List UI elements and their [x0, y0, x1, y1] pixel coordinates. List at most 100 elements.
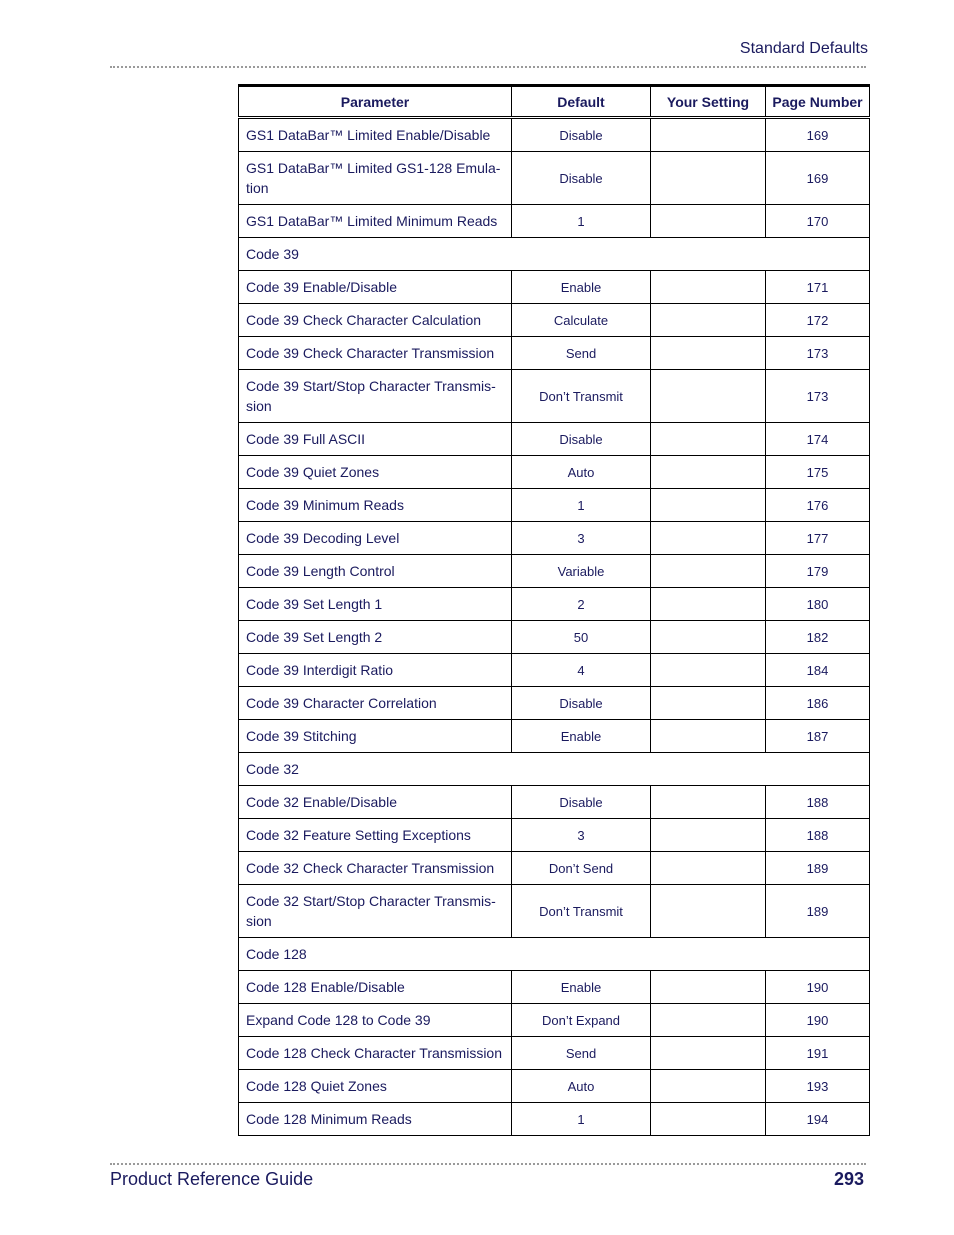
standard-defaults-table: Parameter Default Your Setting Page Numb… — [238, 84, 870, 1136]
table-row: Code 39 Length Control Variable 179 — [238, 554, 870, 588]
your-setting-cell — [650, 204, 766, 238]
table-row: Code 39 Interdigit Ratio 4 184 — [238, 653, 870, 687]
your-setting-cell — [650, 369, 766, 423]
your-setting-cell — [650, 587, 766, 621]
parameter-link[interactable]: GS1 DataBar™ Limited Enable/Disable — [238, 117, 512, 152]
your-setting-cell — [650, 719, 766, 753]
page-number: 174 — [765, 422, 870, 456]
page-number: 187 — [765, 719, 870, 753]
table-row: Code 39 Decoding Level 3 177 — [238, 521, 870, 555]
parameter-link[interactable]: GS1 DataBar™ Limited GS1-128 Emula-tion — [238, 151, 512, 205]
parameter-link[interactable]: Code 128 Enable/Disable — [238, 970, 512, 1004]
your-setting-cell — [650, 488, 766, 522]
column-header-parameter: Parameter — [238, 84, 512, 119]
your-setting-cell — [650, 1102, 766, 1136]
table-row: Expand Code 128 to Code 39 Don’t Expand 19… — [238, 1003, 870, 1037]
parameter-link[interactable]: Code 39 Set Length 1 — [238, 587, 512, 621]
default-value: Don’t Transmit — [511, 369, 651, 423]
table-row: GS1 DataBar™ Limited Enable/Disable Disab… — [238, 117, 870, 152]
page-number: 189 — [765, 851, 870, 885]
parameter-link[interactable]: Code 39 Quiet Zones — [238, 455, 512, 489]
page-number: 173 — [765, 336, 870, 370]
page-number: 190 — [765, 1003, 870, 1037]
page-number: 193 — [765, 1069, 870, 1103]
default-value: 4 — [511, 653, 651, 687]
parameter-link[interactable]: Code 32 Check Character Transmission — [238, 851, 512, 885]
parameter-link[interactable]: Code 39 Set Length 2 — [238, 620, 512, 654]
your-setting-cell — [650, 818, 766, 852]
your-setting-cell — [650, 422, 766, 456]
parameter-link[interactable]: Code 39 Decoding Level — [238, 521, 512, 555]
page-number: 169 — [765, 151, 870, 205]
parameter-link[interactable]: Code 39 Character Correlation — [238, 686, 512, 720]
default-value: 3 — [511, 521, 651, 555]
table-row: Code 39 Set Length 2 50 182 — [238, 620, 870, 654]
parameter-link[interactable]: Code 39 Check Character Transmission — [238, 336, 512, 370]
column-header-default: Default — [511, 84, 651, 119]
section-heading: Code 32 — [238, 752, 870, 786]
parameter-link[interactable]: Code 39 Minimum Reads — [238, 488, 512, 522]
page-number: 188 — [765, 818, 870, 852]
your-setting-cell — [650, 270, 766, 304]
your-setting-cell — [650, 686, 766, 720]
your-setting-cell — [650, 970, 766, 1004]
your-setting-cell — [650, 1069, 766, 1103]
parameter-link[interactable]: Code 39 Enable/Disable — [238, 270, 512, 304]
table-row: Code 39 Start/Stop Character Transmis-si… — [238, 369, 870, 423]
page-number: 170 — [765, 204, 870, 238]
column-header-page-number: Page Number — [765, 84, 870, 119]
table-row: Code 128 Minimum Reads 1 194 — [238, 1102, 870, 1136]
page-number: 190 — [765, 970, 870, 1004]
table-row: Code 39 Set Length 1 2 180 — [238, 587, 870, 621]
parameter-link[interactable]: Code 39 Check Character Calculation — [238, 303, 512, 337]
parameter-link[interactable]: Code 128 Minimum Reads — [238, 1102, 512, 1136]
page-number: 179 — [765, 554, 870, 588]
parameter-link[interactable]: GS1 DataBar™ Limited Minimum Reads — [238, 204, 512, 238]
your-setting-cell — [650, 785, 766, 819]
page-number: 194 — [765, 1102, 870, 1136]
table-row: Code 39 Check Character Transmission Send… — [238, 336, 870, 370]
default-value: 2 — [511, 587, 651, 621]
parameter-link[interactable]: Code 39 Full ASCII — [238, 422, 512, 456]
parameter-link[interactable]: Code 32 Enable/Disable — [238, 785, 512, 819]
parameter-link[interactable]: Code 128 Check Character Transmission — [238, 1036, 512, 1070]
parameter-link[interactable]: Code 39 Stitching — [238, 719, 512, 753]
default-value: 50 — [511, 620, 651, 654]
footer-dotted-divider — [110, 1163, 866, 1165]
parameter-link[interactable]: Expand Code 128 to Code 39 — [238, 1003, 512, 1037]
table-row: GS1 DataBar™ Limited Minimum Reads 1 170 — [238, 204, 870, 238]
footer-page-number: 293 — [833, 1169, 864, 1189]
your-setting-cell — [650, 620, 766, 654]
your-setting-cell — [650, 455, 766, 489]
parameter-link[interactable]: Code 39 Interdigit Ratio — [238, 653, 512, 687]
your-setting-cell — [650, 521, 766, 555]
table-row: Code 128 Enable/Disable Enable 190 — [238, 970, 870, 1004]
page-number: 184 — [765, 653, 870, 687]
page-number: 177 — [765, 521, 870, 555]
default-value: 3 — [511, 818, 651, 852]
parameter-link[interactable]: Code 39 Length Control — [238, 554, 512, 588]
default-value: Disable — [511, 151, 651, 205]
parameter-link[interactable]: Code 128 Quiet Zones — [238, 1069, 512, 1103]
table-row: Code 39 Quiet Zones Auto 175 — [238, 455, 870, 489]
page-number: 189 — [765, 884, 870, 938]
default-value: Auto — [511, 455, 651, 489]
section-row: Code 39 — [238, 237, 870, 271]
table-row: Code 32 Enable/Disable Disable 188 — [238, 785, 870, 819]
table-header-row: Parameter Default Your Setting Page Numb… — [238, 84, 870, 119]
parameter-link[interactable]: Code 39 Start/Stop Character Transmis-si… — [238, 369, 512, 423]
page-number: 191 — [765, 1036, 870, 1070]
default-value: Don’t Expand — [511, 1003, 651, 1037]
default-value: Don’t Send — [511, 851, 651, 885]
parameter-link[interactable]: Code 32 Start/Stop Character Transmis-si… — [238, 884, 512, 938]
your-setting-cell — [650, 851, 766, 885]
section-row: Code 128 — [238, 937, 870, 971]
section-heading: Code 39 — [238, 237, 870, 271]
your-setting-cell — [650, 151, 766, 205]
parameter-link[interactable]: Code 32 Feature Setting Exceptions — [238, 818, 512, 852]
default-value: 1 — [511, 1102, 651, 1136]
table-row: Code 32 Check Character Transmission Don’… — [238, 851, 870, 885]
table-body: GS1 DataBar™ Limited Enable/Disable Disab… — [238, 117, 870, 1136]
your-setting-cell — [650, 554, 766, 588]
running-header-title: Standard Defaults — [739, 40, 868, 57]
